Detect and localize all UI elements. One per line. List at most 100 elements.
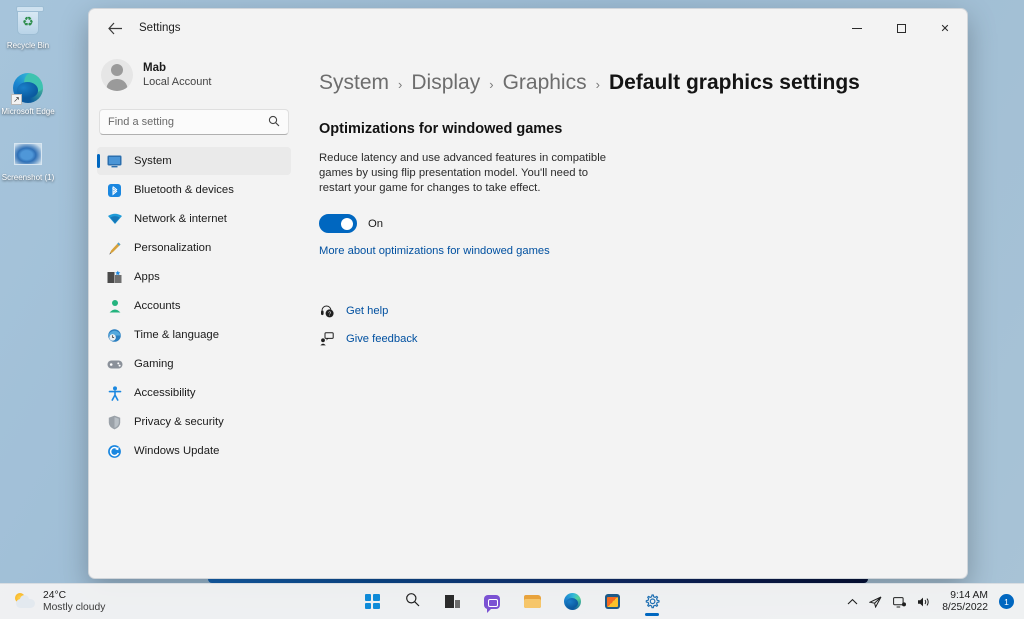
desktop-icon-list: Recycle Bin ↗ Microsoft Edge Screenshot … [0,6,56,182]
desktop-icon-label: Microsoft Edge [1,107,55,116]
store-icon [605,594,620,609]
maximize-button[interactable] [879,9,923,47]
edge-button[interactable] [559,587,585,617]
settings-button[interactable] [639,587,665,617]
sidebar-item-label: Time & language [134,329,219,341]
search-button[interactable] [399,587,425,617]
sidebar-item-label: Gaming [134,358,174,370]
chevron-up-icon[interactable] [847,598,858,606]
desktop-icon-label: Screenshot (1) [1,173,55,182]
sidebar-item-bluetooth-devices[interactable]: Bluetooth & devices [97,176,291,204]
monitor-icon [106,153,123,170]
chevron-right-icon: › [489,77,493,92]
task-view-button[interactable] [439,587,465,617]
sidebar-item-label: Accessibility [134,387,196,399]
breadcrumb-item-graphics[interactable]: Graphics [503,71,587,95]
sidebar-item-gaming[interactable]: Gaming [97,350,291,378]
get-help-row[interactable]: ? Get help [319,303,937,318]
chevron-right-icon: › [596,77,600,92]
section-title: Optimizations for windowed games [319,121,937,137]
avatar [101,59,133,91]
search-icon [268,115,280,130]
file-explorer-button[interactable] [519,587,545,617]
minimize-button[interactable] [835,9,879,47]
clock-time: 9:14 AM [942,590,988,602]
task-view-icon [445,595,460,608]
sidebar-item-accessibility[interactable]: Accessibility [97,379,291,407]
window-body: Mab Local Account System [89,47,967,579]
clock-globe-icon [106,327,123,344]
search-input[interactable] [108,116,268,128]
taskbar: 24°C Mostly cloudy [0,583,1024,619]
close-button[interactable]: ✕ [923,9,967,47]
windows-start-icon [365,594,380,609]
notification-badge[interactable]: 1 [999,594,1014,609]
clock[interactable]: 9:14 AM 8/25/2022 [942,590,988,614]
desktop-icon-recycle-bin[interactable]: Recycle Bin [0,6,56,50]
microsoft-store-button[interactable] [599,587,625,617]
speaker-icon[interactable] [917,596,931,608]
help-section: ? Get help Give feedback [319,303,937,346]
sidebar-item-accounts[interactable]: Accounts [97,292,291,320]
sidebar-item-label: Network & internet [134,213,227,225]
sidebar-item-system[interactable]: System [97,147,291,175]
get-help-label[interactable]: Get help [346,305,388,317]
window-controls: ✕ [835,9,967,47]
gamepad-icon [106,356,123,373]
paintbrush-icon [106,240,123,257]
sidebar-item-label: Privacy & security [134,416,224,428]
window-titlebar: Settings ✕ [89,9,967,47]
taskbar-buttons [359,584,665,619]
account-card[interactable]: Mab Local Account [97,51,291,99]
sidebar-item-label: Windows Update [134,445,219,457]
update-icon [106,443,123,460]
search-icon [405,592,420,612]
back-button[interactable] [101,15,129,41]
section-description: Reduce latency and use advanced features… [319,151,619,196]
give-feedback-icon [319,331,334,346]
settings-window: Settings ✕ Mab Local Account [88,8,968,579]
breadcrumb-item-system[interactable]: System [319,71,389,95]
weather-widget[interactable]: 24°C Mostly cloudy [0,590,105,614]
monitor-icon[interactable] [893,596,906,608]
sidebar-item-personalization[interactable]: Personalization [97,234,291,262]
gear-icon [644,594,660,610]
sidebar-item-privacy-security[interactable]: Privacy & security [97,408,291,436]
image-file-icon [12,138,44,170]
breadcrumb-item-current: Default graphics settings [609,71,860,95]
sidebar: Mab Local Account System [89,47,301,579]
sidebar-item-network-internet[interactable]: Network & internet [97,205,291,233]
weather-condition: Mostly cloudy [43,602,105,614]
desktop-icon-screenshot[interactable]: Screenshot (1) [0,138,56,182]
sidebar-item-apps[interactable]: Apps [97,263,291,291]
accessibility-icon [106,385,123,402]
apps-icon [106,269,123,286]
chat-icon [484,595,500,609]
more-about-link[interactable]: More about optimizations for windowed ga… [319,245,550,257]
toggle-knob [341,218,353,230]
network-icon[interactable] [869,596,882,608]
breadcrumb: System › Display › Graphics › Default gr… [319,71,937,95]
recycle-bin-icon [12,6,44,38]
sidebar-item-label: Apps [134,271,160,283]
toggle-state-label: On [368,218,383,230]
window-title: Settings [139,22,181,34]
sidebar-item-label: Personalization [134,242,211,254]
edge-icon [564,593,581,610]
person-icon [106,298,123,315]
toggle-row: On [319,214,937,233]
breadcrumb-item-display[interactable]: Display [411,71,480,95]
clock-date: 8/25/2022 [942,602,988,614]
optimizations-toggle[interactable] [319,214,357,233]
sidebar-item-windows-update[interactable]: Windows Update [97,437,291,465]
give-feedback-label[interactable]: Give feedback [346,333,418,345]
start-button[interactable] [359,587,385,617]
desktop-icon-label: Recycle Bin [1,41,55,50]
chat-button[interactable] [479,587,505,617]
get-help-icon: ? [319,303,334,318]
sidebar-item-time-language[interactable]: Time & language [97,321,291,349]
desktop-icon-microsoft-edge[interactable]: ↗ Microsoft Edge [0,72,56,116]
shortcut-arrow-icon: ↗ [11,94,22,105]
search-box[interactable] [99,109,289,135]
give-feedback-row[interactable]: Give feedback [319,331,937,346]
